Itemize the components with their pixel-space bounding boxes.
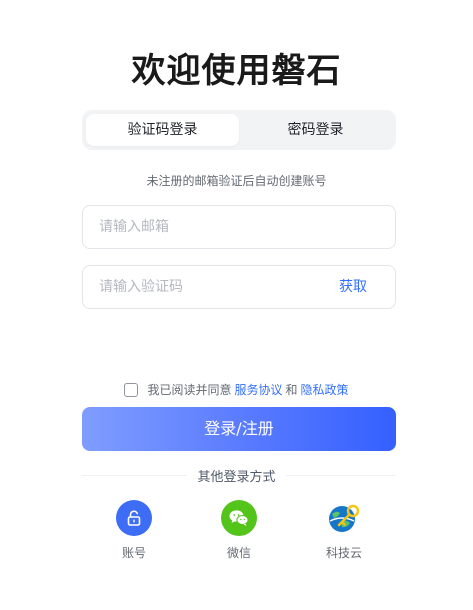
login-tabs: 验证码登录 密码登录: [82, 110, 396, 150]
agreement-row: 我已阅读并同意 服务协议 和 隐私政策: [0, 381, 473, 398]
register-hint: 未注册的邮箱验证后自动创建账号: [146, 174, 327, 188]
wechat-login-label: 微信: [226, 546, 251, 560]
privacy-policy-link[interactable]: 隐私政策: [301, 381, 349, 398]
login-register-button[interactable]: 登录/注册: [82, 407, 396, 451]
verification-code-input[interactable]: [99, 266, 319, 308]
science-cloud-login-button[interactable]: 科技云: [304, 500, 384, 561]
account-login-label: 账号: [121, 546, 146, 560]
agreement-checkbox[interactable]: [124, 382, 139, 397]
email-field-box: [82, 205, 396, 249]
other-login-title: 其他登录方式: [187, 470, 286, 485]
tab-password-login[interactable]: 密码登录: [239, 114, 392, 146]
agreement-text: 我已阅读并同意: [147, 383, 232, 397]
other-login-title-wrap: 其他登录方式: [0, 466, 473, 485]
agreement-and-text: 和: [285, 383, 298, 397]
account-login-button[interactable]: 账号: [94, 500, 174, 561]
email-input[interactable]: [99, 206, 381, 248]
service-agreement-link[interactable]: 服务协议: [234, 381, 282, 398]
lock-icon: [116, 500, 152, 536]
wechat-icon: [221, 500, 257, 536]
wechat-login-button[interactable]: 微信: [199, 500, 279, 561]
page-title: 欢迎使用磐石: [131, 51, 342, 91]
code-field-box: 获取: [82, 265, 396, 309]
tab-code-login[interactable]: 验证码登录: [86, 114, 239, 146]
science-cloud-login-label: 科技云: [325, 546, 362, 560]
globe-key-icon: [326, 500, 362, 536]
get-code-button[interactable]: 获取: [339, 266, 367, 308]
